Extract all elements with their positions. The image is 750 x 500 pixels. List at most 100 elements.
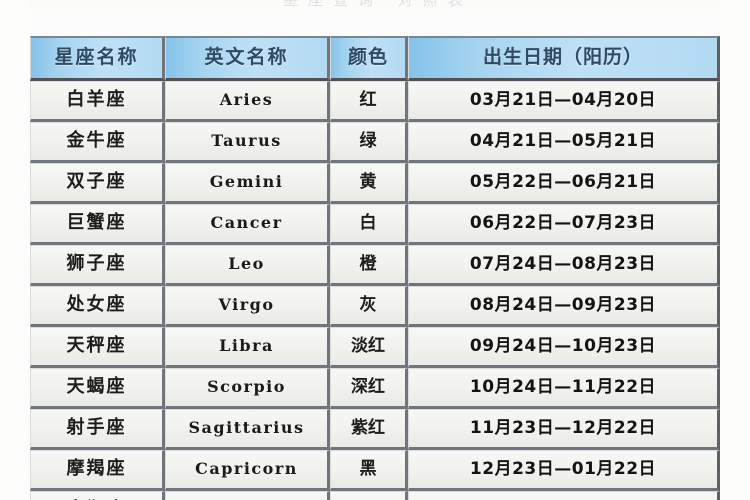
cell-color: 灰 [330, 286, 408, 327]
column-header-sign-name-label: 星座名称 [54, 46, 139, 68]
cell-birth-date-label: 03月21日—04月20日 [469, 89, 657, 110]
cell-color: 红 [330, 81, 408, 122]
cell-sign-name: 射手座 [30, 409, 165, 450]
cell-color: 橙 [330, 245, 408, 286]
cell-color: 淡红 [330, 327, 408, 368]
table-header: 星座名称 英文名称 颜色 出生日期（阳历） [30, 36, 720, 81]
cell-color-label: 黑 [359, 458, 377, 479]
cell-color-label: 紫红 [351, 417, 385, 438]
cell-sign-name: 巨蟹座 [30, 204, 165, 245]
cell-color: 紫红 [330, 409, 408, 450]
cell-color: 深红 [330, 368, 408, 409]
cell-english-name-label: Leo [228, 253, 265, 273]
cell-english-name: Scorpio [165, 368, 330, 409]
cell-english-name-label: Gemini [209, 171, 284, 191]
table-row: 白羊座 Aries 红 03月21日—04月20日 [30, 81, 720, 122]
cell-birth-date-label: 06月22日—07月23日 [469, 212, 657, 233]
cell-sign-name-label: 处女座 [66, 294, 127, 315]
cell-birth-date: 05月22日—06月21日 [408, 163, 720, 204]
clipped-top-text: 星座查询 对照表 [283, 0, 473, 9]
cell-color: 黑 [330, 450, 408, 491]
cell-birth-date: 04月21日—05月21日 [408, 122, 720, 163]
cell-sign-name-label: 摩羯座 [66, 458, 127, 479]
cell-birth-date-label: 07月24日—08月23日 [469, 253, 657, 274]
cell-birth-date-label: 12月23日—01月22日 [469, 458, 657, 479]
cell-birth-date-label: 09月24日—10月23日 [469, 335, 657, 356]
cell-english-name: Cancer [165, 204, 330, 245]
cell-english-name-label: Capricorn [195, 458, 298, 478]
cell-birth-date-label: 10月24日—11月22日 [469, 376, 657, 397]
cell-birth-date: 12月23日—01月22日 [408, 450, 720, 491]
cell-color-label: 灰 [359, 294, 377, 315]
cell-sign-name: 处女座 [30, 286, 165, 327]
cell-sign-name: 天秤座 [30, 327, 165, 368]
cell-sign-name: 摩羯座 [30, 450, 165, 491]
cell-sign-name-label: 巨蟹座 [66, 212, 127, 233]
table-row: 天蝎座 Scorpio 深红 10月24日—11月22日 [30, 368, 720, 409]
cell-english-name: Sagittarius [165, 409, 330, 450]
cell-birth-date-label: 04月21日—05月21日 [469, 130, 657, 151]
cell-color: 绿 [330, 122, 408, 163]
column-header-color-label: 颜色 [347, 46, 388, 68]
cell-sign-name: 金牛座 [30, 122, 165, 163]
clipped-top-text-strip: 星座查询 对照表 [0, 0, 750, 14]
cell-english-name-label: Scorpio [207, 376, 286, 396]
table-row: 狮子座 Leo 橙 07月24日—08月23日 [30, 245, 720, 286]
zodiac-table-container: 星座名称 英文名称 颜色 出生日期（阳历） 白羊座 Aries 红 03月21日—04… [30, 36, 720, 500]
cell-sign-name: 狮子座 [30, 245, 165, 286]
cell-birth-date: 07月24日—08月23日 [408, 245, 720, 286]
cell-english-name: Gemini [165, 163, 330, 204]
cell-english-name-label: Sagittarius [188, 417, 305, 437]
cell-birth-date: 03月21日—04月20日 [408, 81, 720, 122]
table-row: 双子座 Gemini 黄 05月22日—06月21日 [30, 163, 720, 204]
cell-color-label: 红 [359, 89, 377, 110]
cell-english-name: Virgo [165, 286, 330, 327]
column-header-color: 颜色 [330, 36, 408, 81]
column-header-birth-date-label: 出生日期（阳历） [482, 46, 643, 68]
cell-birth-date: 11月23日—12月22日 [408, 409, 720, 450]
right-margin [720, 0, 750, 500]
column-header-english-name: 英文名称 [165, 36, 330, 81]
cell-english-name: Libra [165, 327, 330, 368]
table-row: 天秤座 Libra 淡红 09月24日—10月23日 [30, 327, 720, 368]
table-body: 白羊座 Aries 红 03月21日—04月20日金牛座 Taurus 绿 04月21日—0… [30, 81, 720, 500]
cell-english-name: Aries [165, 81, 330, 122]
cell-english-name-label: Virgo [218, 294, 275, 314]
cell-sign-name: 白羊座 [30, 81, 165, 122]
cell-color-label: 深红 [351, 376, 385, 397]
zodiac-sign-reference-table: 星座名称 英文名称 颜色 出生日期（阳历） 白羊座 Aries 红 03月21日—04… [30, 36, 720, 500]
table-row: 巨蟹座 Cancer 白 06月22日—07月23日 [30, 204, 720, 245]
cell-birth-date-label: 05月22日—06月21日 [469, 171, 657, 192]
page-root: 星座查询 对照表 星座名称 英文名称 颜色 出生日期（阳历） 白羊座 Aries… [0, 0, 750, 500]
cell-birth-date: 09月24日—10月23日 [408, 327, 720, 368]
cell-color: 白 [330, 204, 408, 245]
column-header-sign-name: 星座名称 [30, 36, 165, 81]
cell-sign-name-label: 天秤座 [66, 335, 127, 356]
table-row: 摩羯座 Capricorn 黑 12月23日—01月22日 [30, 450, 720, 491]
cell-sign-name: 天蝎座 [30, 368, 165, 409]
cell-birth-date-label: 08月24日—09月23日 [469, 294, 657, 315]
cell-birth-date-label: 11月23日—12月22日 [469, 417, 657, 438]
cell-color-label: 绿 [359, 130, 377, 151]
cell-color-label: 白 [359, 212, 377, 233]
column-header-english-name-label: 英文名称 [204, 46, 289, 68]
cell-sign-name-label: 狮子座 [66, 253, 127, 274]
cell-birth-date: 10月24日—11月22日 [408, 368, 720, 409]
cell-color-label: 黄 [359, 171, 377, 192]
cell-english-name: Taurus [165, 122, 330, 163]
cell-sign-name-label: 双子座 [66, 171, 127, 192]
cell-birth-date: 08月24日—09月23日 [408, 286, 720, 327]
cell-english-name-label: Taurus [211, 130, 282, 150]
cell-english-name: Leo [165, 245, 330, 286]
table-row: 处女座 Virgo 灰 08月24日—09月23日 [30, 286, 720, 327]
column-header-birth-date: 出生日期（阳历） [408, 36, 720, 81]
cell-color-label: 橙 [359, 253, 377, 274]
cell-birth-date: 06月22日—07月23日 [408, 204, 720, 245]
cell-english-name-label: Aries [219, 89, 274, 109]
cell-sign-name-label: 天蝎座 [66, 376, 127, 397]
cell-color: 黄 [330, 163, 408, 204]
cell-sign-name-label: 射手座 [66, 417, 127, 438]
cell-english-name-label: Libra [219, 335, 274, 355]
cell-color-label: 淡红 [351, 335, 385, 356]
cell-sign-name: 双子座 [30, 163, 165, 204]
